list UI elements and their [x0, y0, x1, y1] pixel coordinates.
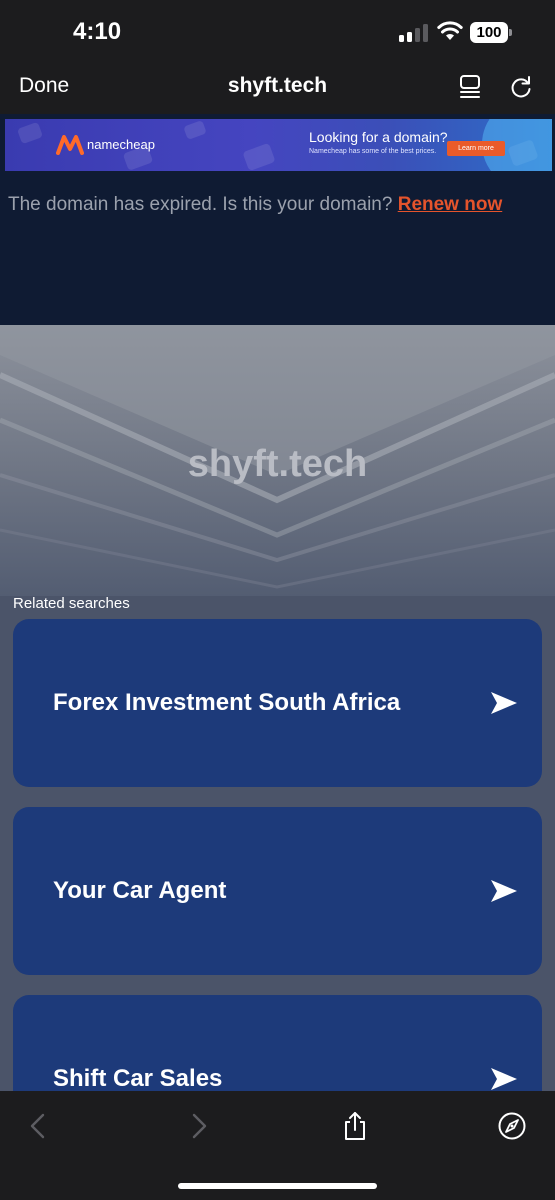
- arrow-right-icon: [491, 880, 517, 902]
- battery-level: 100: [476, 24, 502, 41]
- status-bar: 4:10 100: [0, 0, 555, 62]
- ad-learn-more-button[interactable]: Learn more: [447, 141, 505, 156]
- status-time: 4:10: [73, 18, 122, 45]
- renew-now-link[interactable]: Renew now: [398, 194, 503, 215]
- reload-icon[interactable]: [508, 74, 534, 100]
- ad-headline: Looking for a domain?: [309, 129, 448, 145]
- ad-subtext: Namecheap has some of the best prices.: [309, 148, 437, 155]
- hero-banner: shyft.tech: [0, 325, 555, 596]
- related-searches-label: Related searches: [13, 595, 130, 612]
- top-section: namecheap Looking for a domain? Namechea…: [0, 114, 555, 325]
- related-search-label: Your Car Agent: [53, 877, 227, 904]
- arrow-right-icon: [491, 692, 517, 714]
- share-icon[interactable]: [340, 1111, 370, 1141]
- back-icon[interactable]: [24, 1111, 54, 1141]
- related-search-card[interactable]: Forex Investment South Africa: [13, 619, 542, 787]
- battery-icon: 100: [470, 22, 512, 43]
- hero-title: shyft.tech: [187, 443, 368, 485]
- ad-brand: namecheap: [87, 137, 155, 152]
- home-indicator[interactable]: [178, 1183, 377, 1189]
- forward-icon[interactable]: [183, 1111, 213, 1141]
- domain-expired-notice: The domain has expired. Is this your dom…: [8, 194, 502, 216]
- browser-nav-bar: Done shyft.tech: [0, 62, 555, 114]
- cellular-signal-icon: [399, 24, 429, 42]
- related-search-card[interactable]: Shift Car Sales: [13, 995, 542, 1091]
- expired-text: The domain has expired. Is this your dom…: [8, 194, 393, 215]
- related-search-label: Forex Investment South Africa: [53, 689, 401, 716]
- web-content[interactable]: namecheap Looking for a domain? Namechea…: [0, 114, 555, 1091]
- reader-mode-icon[interactable]: [458, 74, 482, 100]
- safari-compass-icon[interactable]: [497, 1111, 527, 1141]
- ad-banner[interactable]: namecheap Looking for a domain? Namechea…: [5, 119, 552, 171]
- wifi-icon: [437, 21, 463, 40]
- arrow-right-icon: [491, 1068, 517, 1090]
- related-search-label: Shift Car Sales: [53, 1065, 223, 1091]
- namecheap-logo-icon: [56, 135, 84, 155]
- related-search-card[interactable]: Your Car Agent: [13, 807, 542, 975]
- done-button[interactable]: Done: [19, 74, 69, 98]
